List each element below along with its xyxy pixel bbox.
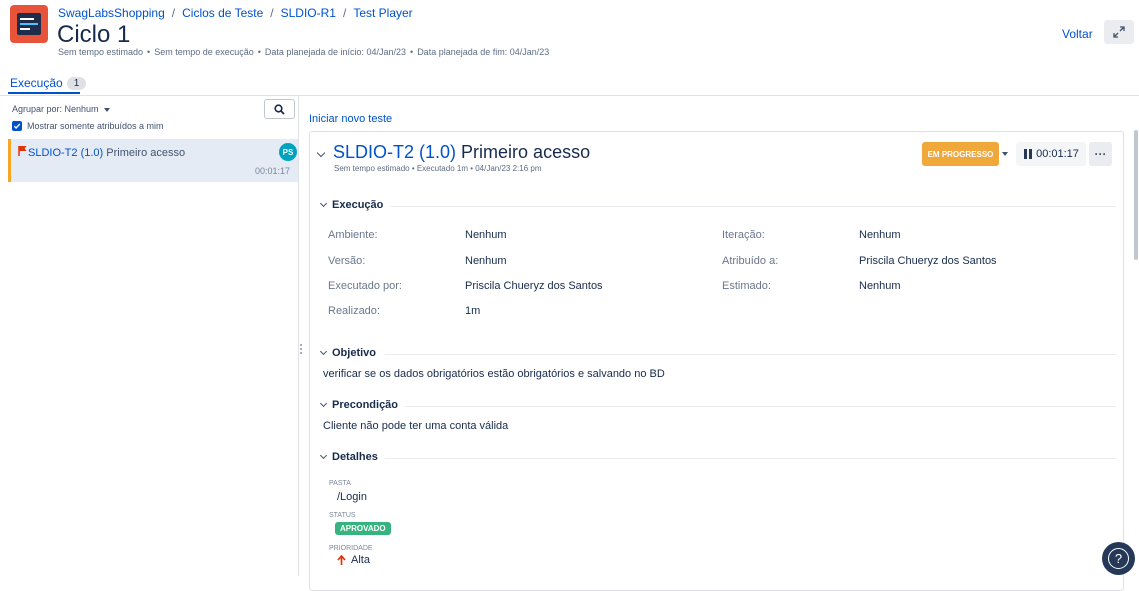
meta-start-date: Data planejada de início: 04/Jan/23	[264, 47, 407, 57]
chevron-down-icon	[104, 107, 111, 112]
section-details[interactable]: Detalhes	[319, 451, 378, 463]
detail-folder-value[interactable]: /Login	[337, 491, 367, 503]
status-badge: APROVADO	[335, 522, 391, 535]
detail-status-label: STATUS	[329, 512, 356, 519]
expand-icon	[1113, 26, 1125, 38]
list-item-name: Primeiro acesso	[106, 147, 186, 159]
status-button[interactable]: EM PROGRESSO	[922, 142, 999, 166]
search-button[interactable]	[264, 99, 295, 119]
detail-priority: Alta	[337, 554, 370, 566]
tab-active-indicator	[8, 92, 80, 94]
tab-execution-label: Execução	[10, 76, 63, 90]
field-version-label: Versão:	[328, 255, 366, 267]
group-by-select[interactable]: Agrupar por: Nenhum	[12, 104, 111, 114]
test-title: SLDIO-T2 (1.0) Primeiro acesso	[333, 142, 590, 163]
breadcrumb-cycles[interactable]: Ciclos de Teste	[182, 6, 263, 20]
chevron-down-icon	[319, 399, 328, 408]
arrow-up-icon	[337, 555, 346, 565]
objective-text: verificar se os dados obrigatórios estão…	[323, 368, 665, 380]
more-icon: ···	[1094, 147, 1107, 161]
detail-priority-value: Alta	[351, 554, 370, 566]
chevron-down-icon	[319, 347, 328, 356]
search-icon	[274, 103, 285, 115]
section-details-title: Detalhes	[332, 451, 378, 463]
test-list-panel: Agrupar por: Nenhum Mostrar somente atri…	[0, 96, 299, 576]
back-button[interactable]: Voltar	[1062, 27, 1093, 41]
section-execution-title: Execução	[332, 199, 384, 211]
meta-estimate: Sem tempo estimado	[58, 47, 144, 57]
test-key[interactable]: SLDIO-T2 (1.0)	[333, 142, 456, 162]
field-assigned-label: Atribuído a:	[722, 255, 779, 267]
field-environment-label: Ambiente:	[328, 229, 378, 241]
field-actual-time-label: Realizado:	[328, 305, 380, 317]
expand-button[interactable]	[1104, 20, 1134, 44]
breadcrumb-release[interactable]: SLDIO-R1	[281, 6, 336, 20]
flag-icon	[18, 146, 27, 156]
breadcrumb-project[interactable]: SwagLabsShopping	[58, 6, 165, 20]
only-mine-checkbox[interactable]: Mostrar somente atribuídos a mim	[12, 121, 164, 131]
meta-end-date: Data planejada de fim: 04/Jan/23	[417, 47, 550, 57]
test-card: SLDIO-T2 (1.0) Primeiro acesso Sem tempo…	[309, 131, 1124, 591]
meta-execution: Sem tempo de execução	[154, 47, 254, 57]
start-new-test-link[interactable]: Iniciar novo teste	[309, 113, 392, 125]
avatar: PS	[279, 143, 297, 161]
scrollbar[interactable]	[1134, 130, 1138, 260]
section-precondition-title: Precondição	[332, 399, 399, 411]
precondition-text: Cliente não pode ter uma conta válida	[323, 420, 509, 432]
section-divider	[385, 458, 1116, 459]
test-name: Primeiro acesso	[461, 142, 591, 162]
field-assigned-value[interactable]: Priscila Chueryz dos Santos	[859, 255, 997, 267]
more-options-button[interactable]: ···	[1089, 142, 1112, 166]
field-executed-by-label: Executado por:	[328, 280, 402, 292]
tab-execution[interactable]: Execução 1	[10, 76, 87, 90]
app-logo	[10, 5, 48, 43]
list-item-title: SLDIO-T2 (1.0) Primeiro acesso	[28, 147, 185, 159]
collapse-chevron-icon[interactable]	[316, 148, 326, 157]
group-by-label: Agrupar por: Nenhum	[12, 104, 99, 114]
status-chevron-down-icon[interactable]	[1002, 152, 1008, 156]
field-executed-by-value[interactable]: Priscila Chueryz dos Santos	[465, 280, 603, 292]
tab-execution-count: 1	[66, 76, 87, 90]
test-date: 04/Jan/23 2:16 pm	[475, 164, 542, 173]
list-item[interactable]: SLDIO-T2 (1.0) Primeiro acesso PS 00:01:…	[8, 139, 298, 182]
breadcrumb: SwagLabsShopping / Ciclos de Teste / SLDIO-R…	[58, 6, 413, 20]
section-objective-title: Objetivo	[332, 347, 377, 359]
field-actual-time-value[interactable]: 1m	[465, 305, 480, 317]
timer-button[interactable]: 00:01:17	[1016, 142, 1086, 166]
chevron-down-icon	[319, 199, 328, 208]
section-divider	[385, 354, 1116, 355]
test-executed: Executado 1m	[416, 164, 468, 173]
test-estimate: Sem tempo estimado	[334, 164, 410, 173]
panel-resize-handle[interactable]	[300, 344, 303, 356]
field-estimated-value[interactable]: Nenhum	[859, 280, 901, 292]
field-iteration-label: Iteração:	[722, 229, 765, 241]
checkbox-checked-icon	[12, 121, 22, 131]
section-objective[interactable]: Objetivo	[319, 347, 377, 359]
section-precondition[interactable]: Precondição	[319, 399, 399, 411]
cycle-meta: Sem tempo estimado • Sem tempo de execução…	[58, 47, 550, 57]
list-item-key: SLDIO-T2 (1.0)	[28, 147, 104, 159]
field-iteration-value[interactable]: Nenhum	[859, 229, 901, 241]
section-divider	[390, 206, 1116, 207]
breadcrumb-player[interactable]: Test Player	[353, 6, 412, 20]
only-mine-label: Mostrar somente atribuídos a mim	[27, 121, 164, 131]
list-item-time: 00:01:17	[254, 166, 290, 176]
section-divider	[405, 406, 1116, 407]
field-environment-value[interactable]: Nenhum	[465, 229, 507, 241]
section-execution[interactable]: Execução	[319, 199, 384, 211]
detail-folder-label: PASTA	[329, 480, 351, 487]
field-version-value[interactable]: Nenhum	[465, 255, 507, 267]
test-subtitle: Sem tempo estimado • Executado 1m • 04/J…	[334, 164, 542, 173]
field-estimated-label: Estimado:	[722, 280, 771, 292]
timer-value: 00:01:17	[1036, 148, 1079, 160]
test-header: SLDIO-T2 (1.0) Primeiro acesso	[316, 142, 590, 163]
page-title: Ciclo 1	[57, 21, 131, 48]
pause-icon	[1024, 149, 1033, 159]
chevron-down-icon	[319, 451, 328, 460]
detail-priority-label: PRIORIDADE	[329, 545, 373, 552]
help-button[interactable]: ?	[1102, 542, 1135, 575]
help-icon: ?	[1108, 548, 1129, 569]
